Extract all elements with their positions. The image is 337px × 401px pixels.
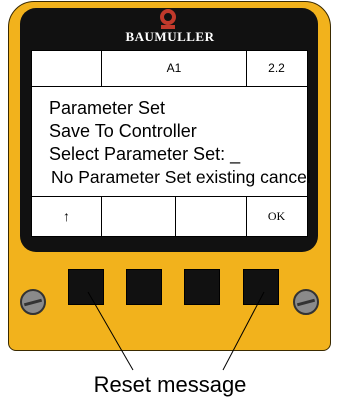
function-key-3[interactable]: [184, 269, 220, 305]
baumuller-logo-icon: [160, 9, 176, 29]
header-cell-title: A1: [166, 61, 182, 75]
display-line-1: Parameter Set: [49, 98, 166, 118]
display-line-4: No Parameter Set existing cancel: [51, 167, 311, 187]
display-line-2: Save To Controller: [49, 121, 197, 141]
softkey-label-up-arrow-icon: ↑: [63, 208, 70, 224]
softkey-cell-divider: [175, 197, 176, 236]
brand-logo-text: BAUMULLER: [125, 29, 215, 44]
header-cell-version: 2.2: [268, 61, 285, 75]
softkey-label-ok: OK: [267, 209, 286, 223]
softkey-cell-divider: [101, 197, 102, 236]
softkey-divider: [31, 196, 308, 197]
function-key-1[interactable]: [68, 269, 104, 305]
screw-icon: [293, 289, 319, 315]
header-divider: [31, 86, 308, 87]
screw-icon: [20, 289, 46, 315]
display-line-3: Select Parameter Set: _: [49, 144, 241, 164]
function-key-2[interactable]: [126, 269, 162, 305]
reset-message-caption: Reset message: [93, 372, 247, 397]
function-key-4[interactable]: [243, 269, 279, 305]
